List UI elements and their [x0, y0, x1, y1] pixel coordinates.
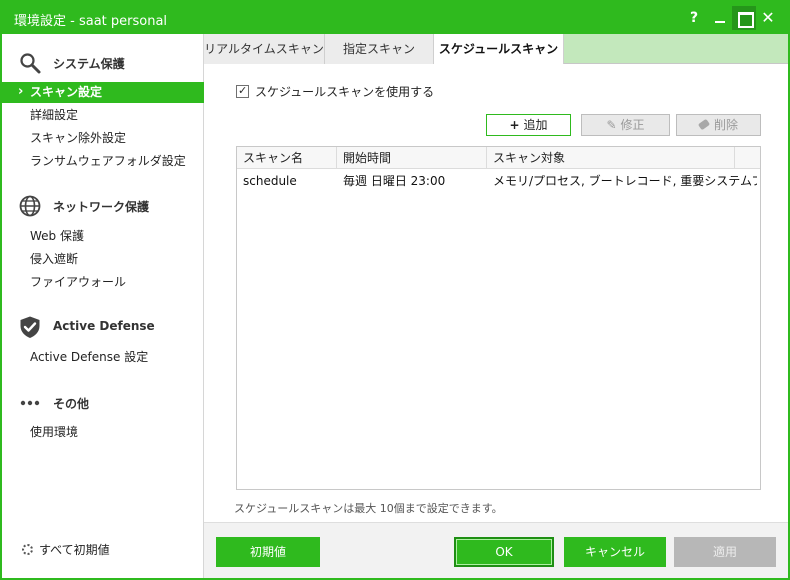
tab-schedule-scan[interactable]: スケジュールスキャン	[434, 34, 564, 65]
sidebar-item-scan-settings[interactable]: スキャン設定	[2, 81, 204, 103]
cell-start-time: 毎週 日曜日 23:00	[343, 174, 446, 188]
sidebar-item-intrusion-block[interactable]: 侵入遮断	[2, 249, 204, 270]
schedule-scan-panel: スケジュールスキャンを使用する +追加 ✎修正 削除 スキャン名 開始時間 スキ…	[204, 64, 788, 522]
delete-schedule-button[interactable]: 削除	[676, 114, 761, 136]
sidebar: システム保護 スキャン設定 詳細設定 スキャン除外設定 ランサムウェアフォルダ設…	[2, 34, 204, 578]
reset-all-label: すべて初期値	[39, 543, 110, 557]
section-label: Active Defense	[53, 319, 155, 333]
column-header-start-time[interactable]: 開始時間	[337, 147, 487, 169]
tab-realtime-scan[interactable]: リアルタイムスキャン	[204, 34, 325, 64]
cell-scan-name: schedule	[243, 174, 297, 188]
column-header-scan-target[interactable]: スキャン対象	[487, 147, 735, 169]
edit-label: 修正	[620, 118, 645, 132]
apply-button[interactable]: 適用	[674, 537, 776, 567]
sidebar-item-active-defense-settings[interactable]: Active Defense 設定	[2, 347, 204, 368]
add-label: 追加	[523, 118, 548, 132]
sidebar-item-scan-exclusions[interactable]: スキャン除外設定	[2, 128, 204, 149]
minimize-button[interactable]	[708, 6, 732, 30]
shield-check-icon	[20, 316, 40, 338]
tab-bar: リアルタイムスキャン 指定スキャン スケジュールスキャン	[204, 34, 788, 65]
add-schedule-button[interactable]: + 追加	[486, 114, 571, 136]
checkbox-checked-icon[interactable]	[236, 83, 249, 99]
section-label: その他	[53, 397, 90, 411]
sidebar-item-advanced-settings[interactable]: 詳細設定	[2, 105, 204, 126]
schedule-limit-note: スケジュールスキャンは最大 10個まで設定できます。	[234, 502, 503, 515]
title-bar[interactable]: 環境設定 - saat personal ? ✕	[2, 2, 788, 34]
delete-label: 削除	[713, 118, 738, 132]
cell-scan-target: メモリ/プロセス, ブートレコード, 重要システムファ...	[493, 174, 757, 188]
eraser-icon	[697, 118, 711, 131]
sidebar-item-firewall[interactable]: ファイアウォール	[2, 272, 204, 293]
section-label: システム保護	[53, 57, 125, 71]
tab-specified-scan[interactable]: 指定スキャン	[325, 34, 434, 64]
cancel-button[interactable]: キャンセル	[564, 537, 666, 567]
column-header-scan-name[interactable]: スキャン名	[237, 147, 337, 169]
edit-schedule-button[interactable]: ✎ 修正	[581, 114, 670, 136]
globe-icon	[19, 195, 41, 217]
search-icon	[20, 53, 41, 74]
sidebar-item-ransomware-folders[interactable]: ランサムウェアフォルダ設定	[2, 151, 204, 172]
help-button[interactable]: ?	[682, 6, 706, 30]
section-network-protection: ネットワーク保護	[2, 191, 204, 219]
section-active-defense: Active Defense	[2, 312, 204, 340]
maximize-button[interactable]	[732, 6, 756, 30]
footer-bar: 初期値 OK キャンセル 適用	[204, 522, 788, 578]
schedule-table: スキャン名 開始時間 スキャン対象 schedule 毎週 日曜日 23:00 …	[236, 146, 761, 490]
table-row[interactable]: schedule 毎週 日曜日 23:00 メモリ/プロセス, ブートレコード,…	[237, 170, 760, 192]
more-dots-icon	[20, 400, 40, 406]
reset-all-button[interactable]: すべて初期値	[22, 540, 110, 560]
sidebar-item-web-protection[interactable]: Web 保護	[2, 226, 204, 247]
reset-defaults-button[interactable]: 初期値	[216, 537, 320, 567]
section-system-protection: システム保護	[2, 48, 204, 76]
ok-button[interactable]: OK	[454, 537, 554, 567]
reset-spinner-icon	[22, 544, 33, 555]
use-schedule-checkbox[interactable]: スケジュールスキャンを使用する	[236, 83, 435, 100]
table-header: スキャン名 開始時間 スキャン対象	[237, 147, 760, 169]
sidebar-item-usage-environment[interactable]: 使用環境	[2, 422, 204, 443]
use-schedule-label: スケジュールスキャンを使用する	[255, 85, 435, 99]
window-title: 環境設定 - saat personal	[14, 14, 168, 29]
section-others: その他	[2, 388, 204, 416]
pencil-icon: ✎	[606, 118, 617, 132]
section-label: ネットワーク保護	[53, 200, 150, 214]
close-button[interactable]: ✕	[756, 6, 780, 30]
plus-icon: +	[509, 118, 520, 132]
settings-window: 環境設定 - saat personal ? ✕ システム保護 スキャン設定 詳…	[0, 0, 790, 580]
